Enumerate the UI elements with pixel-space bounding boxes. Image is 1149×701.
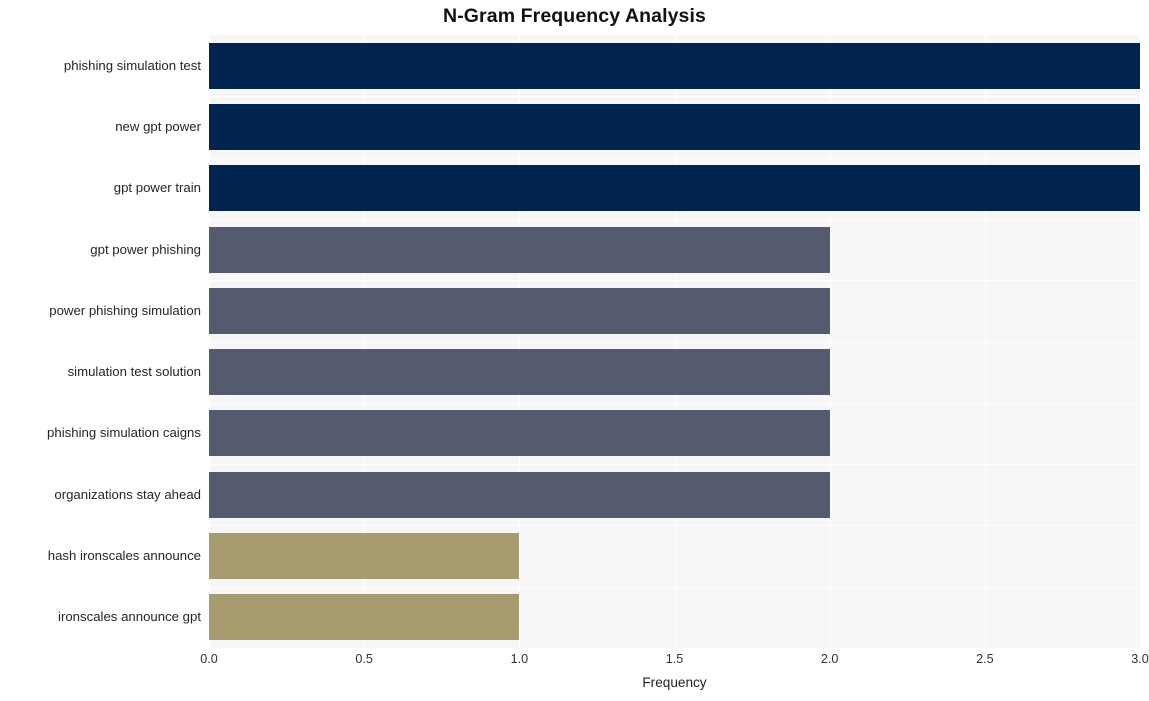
x-axis-tick-label: 0.5 xyxy=(355,652,373,666)
x-axis-title: Frequency xyxy=(642,675,707,690)
bar xyxy=(209,226,830,273)
y-axis-tick-label: new gpt power xyxy=(115,118,201,134)
x-axis-tick-labels: 0.0 0.5 1.0 1.5 2.0 2.5 3.0 xyxy=(0,652,1149,674)
bar xyxy=(209,471,830,518)
gridline-horizontal-1 xyxy=(209,96,1140,97)
y-axis-tick-label: ironscales announce gpt xyxy=(58,609,201,625)
y-axis-tick-label: power phishing simulation xyxy=(49,302,201,318)
gridline-horizontal-2 xyxy=(209,158,1140,159)
gridline-horizontal-3 xyxy=(209,219,1140,220)
x-axis-tick-label: 1.0 xyxy=(510,652,529,666)
gridline-horizontal-4 xyxy=(209,280,1140,281)
bar xyxy=(209,165,1140,212)
x-axis-tick-label: 0.0 xyxy=(200,652,218,666)
gridline-horizontal-6 xyxy=(209,403,1140,404)
y-axis-tick-label: phishing simulation test xyxy=(63,57,201,73)
y-axis-tick-label: gpt power train xyxy=(113,180,201,196)
gridline-horizontal-7 xyxy=(209,464,1140,465)
x-axis-tick-label: 1.5 xyxy=(665,652,684,666)
chart-figure: N-Gram Frequency Analysis phishing simul… xyxy=(0,0,1149,701)
bar xyxy=(209,349,830,396)
x-axis-tick-label: 2.5 xyxy=(976,652,994,666)
gridline-horizontal-8 xyxy=(209,525,1140,526)
bar xyxy=(209,533,520,580)
bar xyxy=(209,594,520,641)
y-axis-tick-label: organizations stay ahead xyxy=(54,486,201,502)
bar xyxy=(209,42,1140,89)
x-axis-tick-label: 3.0 xyxy=(1131,652,1149,666)
bar xyxy=(209,103,1140,150)
gridline-horizontal-9 xyxy=(209,587,1140,588)
y-axis-tick-label: phishing simulation caigns xyxy=(47,425,201,441)
y-axis-tick-label: gpt power phishing xyxy=(90,241,201,257)
y-axis-tick-label: hash ironscales announce xyxy=(47,548,201,564)
x-axis-tick-label: 2.0 xyxy=(820,652,839,666)
bar xyxy=(209,287,830,334)
y-axis-tick-labels: phishing simulation test new gpt power gpt… xyxy=(0,0,201,701)
bar xyxy=(209,410,830,457)
gridline-horizontal-5 xyxy=(209,342,1140,343)
y-axis-tick-label: simulation test solution xyxy=(67,364,201,380)
plot-area xyxy=(209,35,1140,648)
